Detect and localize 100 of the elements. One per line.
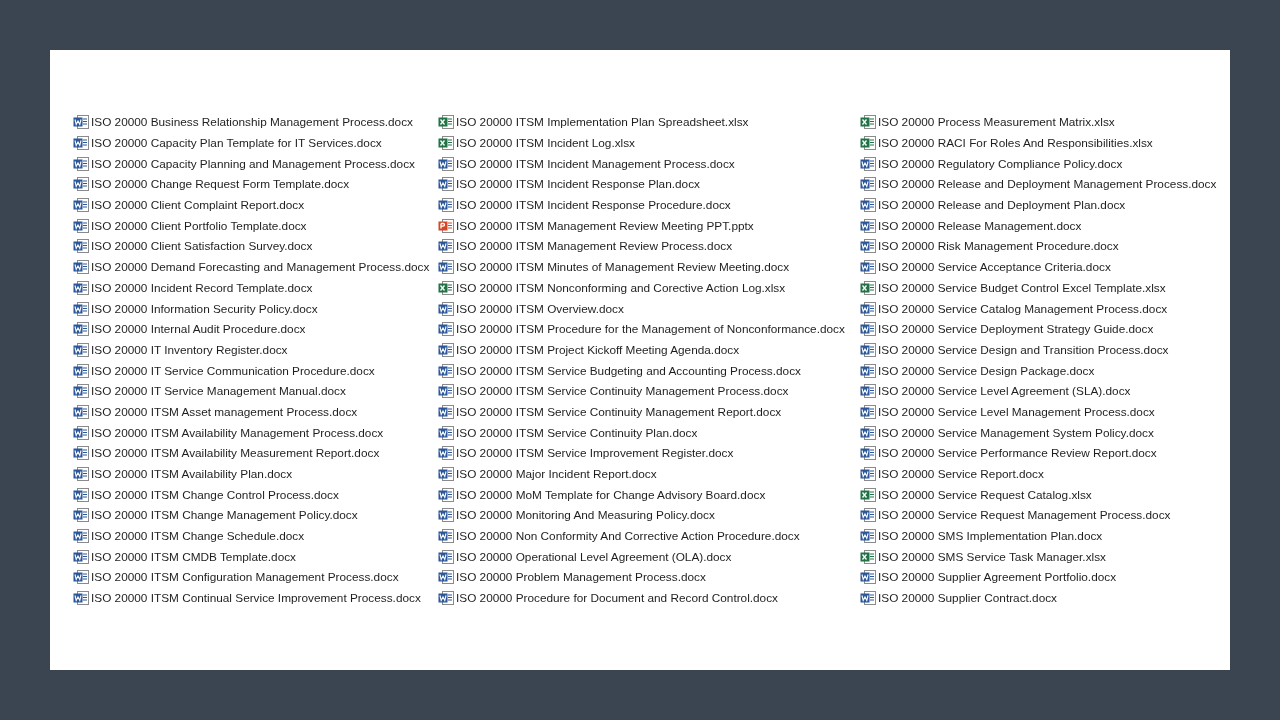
word-document-icon (438, 486, 454, 503)
file-name[interactable]: ISO 20000 Procedure for Document and Record Control.docx (456, 591, 778, 606)
file-name[interactable]: ISO 20000 Demand Forecasting and Management Process.docx (91, 260, 430, 275)
word-document-icon (438, 197, 454, 214)
file-name[interactable]: ISO 20000 Change Request Form Template.docx (91, 177, 350, 192)
file-name[interactable]: ISO 20000 Information Security Policy.docx (91, 301, 318, 316)
file-name[interactable]: ISO 20000 ITSM Availability Management Process.docx (91, 425, 384, 440)
file-name[interactable]: ISO 20000 Major Incident Report.docx (456, 467, 657, 482)
file-name[interactable]: ISO 20000 IT Service Management Manual.docx (91, 384, 346, 399)
file-name[interactable]: ISO 20000 IT Service Communication Procedure.docx (91, 363, 375, 378)
word-document-icon (860, 590, 876, 607)
file-name[interactable]: ISO 20000 Supplier Contract.docx (878, 591, 1058, 606)
file-name[interactable]: ISO 20000 ITSM Overview.docx (456, 301, 624, 316)
file-name[interactable]: ISO 20000 Operational Level Agreement (OLA).docx (456, 549, 732, 564)
file-name[interactable]: ISO 20000 RACI For Roles And Responsibilities.xlsx (878, 136, 1153, 151)
word-document-icon (438, 445, 454, 462)
file-name[interactable]: ISO 20000 Release and Deployment Plan.docx (878, 198, 1126, 213)
file-name[interactable]: ISO 20000 ITSM Availability Plan.docx (91, 467, 293, 482)
file-name[interactable]: ISO 20000 MoM Template for Change Advisory Board.docx (456, 487, 766, 502)
file-name[interactable]: ISO 20000 Service Design Package.docx (878, 363, 1095, 378)
file-name[interactable]: ISO 20000 ITSM Incident Response Plan.docx (456, 177, 700, 192)
file-name[interactable]: ISO 20000 ITSM CMDB Template.docx (91, 549, 296, 564)
file-name[interactable]: ISO 20000 Service Management System Policy.docx (878, 425, 1154, 440)
file-name[interactable]: ISO 20000 Risk Management Procedure.docx (878, 239, 1119, 254)
file-name[interactable]: ISO 20000 ITSM Service Budgeting and Accounting Process.docx (456, 363, 801, 378)
file-name[interactable]: ISO 20000 ITSM Implementation Plan Spreadsheet.xlsx (456, 115, 749, 130)
word-document-icon (73, 569, 89, 586)
file-name[interactable]: ISO 20000 Capacity Planning and Management Process.docx (91, 156, 415, 171)
file-name[interactable]: ISO 20000 ITSM Service Continuity Plan.docx (456, 425, 698, 440)
file-name[interactable]: ISO 20000 ITSM Nonconforming and Corective Action Log.xlsx (456, 280, 786, 295)
file-name[interactable]: ISO 20000 Client Satisfaction Survey.docx (91, 239, 313, 254)
file-name[interactable]: ISO 20000 Service Design and Transition Process.docx (878, 342, 1169, 357)
file-name[interactable]: ISO 20000 Service Performance Review Report.docx (878, 446, 1157, 461)
file-name[interactable]: ISO 20000 IT Inventory Register.docx (91, 342, 288, 357)
file-name[interactable]: ISO 20000 Release Management.docx (878, 218, 1082, 233)
file-name[interactable]: ISO 20000 Client Portfolio Template.docx (91, 218, 307, 233)
word-document-icon (438, 466, 454, 483)
file-name[interactable]: ISO 20000 Process Measurement Matrix.xlsx (878, 115, 1115, 130)
file-name[interactable]: ISO 20000 Service Report.docx (878, 467, 1044, 482)
file-name[interactable]: ISO 20000 Monitoring And Measuring Policy.docx (456, 508, 715, 523)
file-name[interactable]: ISO 20000 Capacity Plan Template for IT Services.docx (91, 136, 382, 151)
word-document-icon (438, 321, 454, 338)
word-document-icon (860, 341, 876, 358)
file-name[interactable]: ISO 20000 Release and Deployment Management Process.docx (878, 177, 1217, 192)
word-document-icon (860, 155, 876, 172)
word-document-icon (73, 300, 89, 317)
file-name[interactable]: ISO 20000 ITSM Continual Service Improvement Process.docx (91, 591, 421, 606)
file-name[interactable]: ISO 20000 ITSM Procedure for the Management of Nonconformance.docx (456, 322, 845, 337)
word-document-icon (73, 507, 89, 524)
file-name[interactable]: ISO 20000 ITSM Project Kickoff Meeting Agenda.docx (456, 342, 740, 357)
file-name[interactable]: ISO 20000 ITSM Service Improvement Register.docx (456, 446, 734, 461)
file-name[interactable]: ISO 20000 ITSM Asset management Process.docx (91, 404, 358, 419)
word-document-icon (73, 424, 89, 441)
file-name[interactable]: ISO 20000 ITSM Minutes of Management Review Meeting.docx (456, 260, 790, 275)
word-document-icon (438, 569, 454, 586)
word-document-icon (438, 341, 454, 358)
file-name[interactable]: ISO 20000 Service Acceptance Criteria.docx (878, 260, 1111, 275)
file-name[interactable]: ISO 20000 SMS Service Task Manager.xlsx (878, 549, 1106, 564)
word-document-icon (73, 259, 89, 276)
file-name[interactable]: ISO 20000 ITSM Management Review Meeting PPT.pptx (456, 218, 754, 233)
file-name[interactable]: ISO 20000 Business Relationship Management Process.docx (91, 115, 413, 130)
file-name[interactable]: ISO 20000 Service Catalog Management Process.docx (878, 301, 1168, 316)
word-document-icon (860, 383, 876, 400)
file-name[interactable]: ISO 20000 ITSM Service Continuity Management Report.docx (456, 404, 782, 419)
file-name[interactable]: ISO 20000 Client Complaint Report.docx (91, 198, 305, 213)
file-name[interactable]: ISO 20000 ITSM Service Continuity Management Process.docx (456, 384, 789, 399)
file-name[interactable]: ISO 20000 ITSM Change Management Policy.docx (91, 508, 358, 523)
file-name[interactable]: ISO 20000 Problem Management Process.docx (456, 570, 706, 585)
file-name[interactable]: ISO 20000 ITSM Change Control Process.docx (91, 487, 339, 502)
file-name[interactable]: ISO 20000 Non Conformity And Corrective Action Procedure.docx (456, 529, 800, 544)
word-document-icon (73, 135, 89, 152)
spreadsheet-document-icon (860, 114, 876, 131)
word-document-icon (860, 259, 876, 276)
file-name[interactable]: ISO 20000 ITSM Incident Log.xlsx (456, 136, 635, 151)
file-name[interactable]: ISO 20000 ITSM Management Review Process.docx (456, 239, 733, 254)
file-name[interactable]: ISO 20000 Supplier Agreement Portfolio.docx (878, 570, 1117, 585)
file-name[interactable]: ISO 20000 Service Request Catalog.xlsx (878, 487, 1092, 502)
word-document-icon (73, 176, 89, 193)
file-name[interactable]: ISO 20000 ITSM Availability Measurement Report.docx (91, 446, 380, 461)
file-name[interactable]: ISO 20000 Regulatory Compliance Policy.docx (878, 156, 1123, 171)
spreadsheet-document-icon (860, 548, 876, 565)
word-document-icon (860, 217, 876, 234)
file-name[interactable]: ISO 20000 Service Request Management Process.docx (878, 508, 1171, 523)
file-name[interactable]: ISO 20000 Service Level Agreement (SLA).docx (878, 384, 1131, 399)
word-document-icon (438, 176, 454, 193)
file-name[interactable]: ISO 20000 Service Level Management Process.docx (878, 404, 1155, 419)
word-document-icon (73, 466, 89, 483)
file-name[interactable]: ISO 20000 ITSM Incident Response Procedure.docx (456, 198, 731, 213)
word-document-icon (438, 383, 454, 400)
file-name[interactable]: ISO 20000 ITSM Change Schedule.docx (91, 529, 305, 544)
file-name[interactable]: ISO 20000 ITSM Configuration Management Process.docx (91, 570, 399, 585)
word-document-icon (860, 300, 876, 317)
file-name[interactable]: ISO 20000 Service Deployment Strategy Guide.docx (878, 322, 1154, 337)
file-name[interactable]: ISO 20000 Internal Audit Procedure.docx (91, 322, 306, 337)
word-document-icon (438, 238, 454, 255)
file-name[interactable]: ISO 20000 Incident Record Template.docx (91, 280, 313, 295)
file-name[interactable]: ISO 20000 SMS Implementation Plan.docx (878, 529, 1103, 544)
word-document-icon (73, 197, 89, 214)
file-name[interactable]: ISO 20000 ITSM Incident Management Process.docx (456, 156, 735, 171)
file-name[interactable]: ISO 20000 Service Budget Control Excel Template.xlsx (878, 280, 1166, 295)
